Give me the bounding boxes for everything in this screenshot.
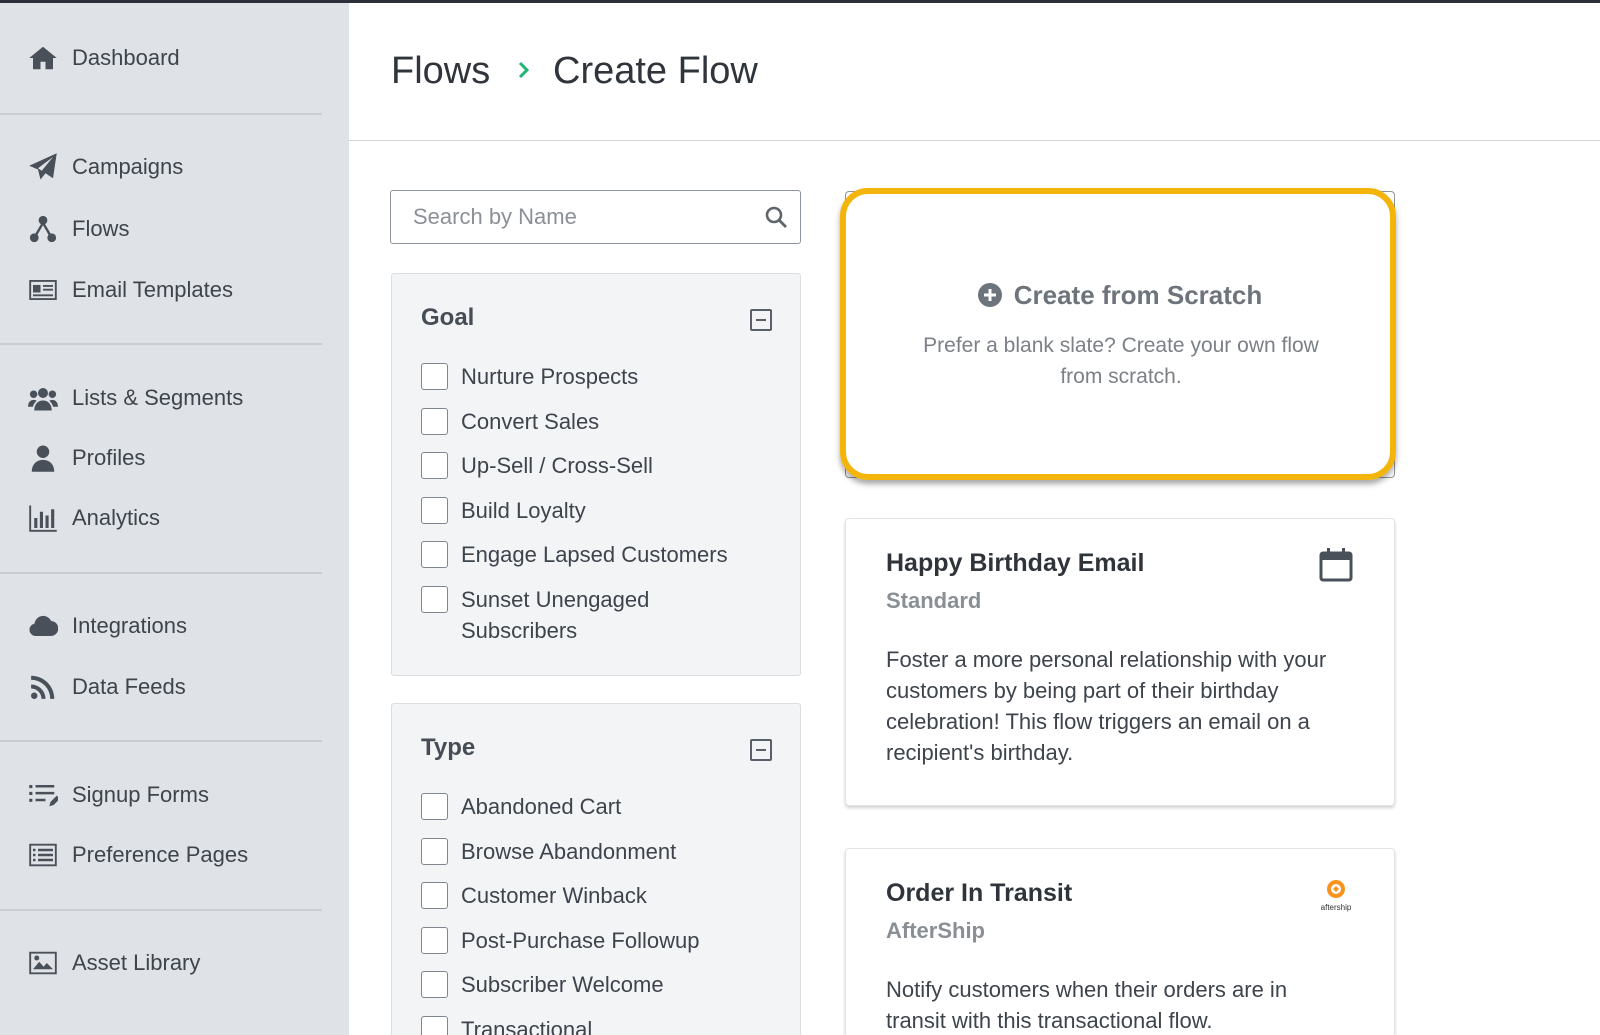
calendar-icon	[1318, 547, 1354, 583]
type-filter-title: Type	[421, 734, 476, 761]
option-label: Subscriber Welcome	[461, 972, 664, 997]
sidebar-item-label: Flows	[72, 216, 130, 241]
aftership-logo-text: aftership	[1320, 903, 1352, 912]
option-label: Sunset Unengaged Subscribers	[461, 587, 650, 643]
option-label: Convert Sales	[461, 409, 600, 434]
option-label: Transactional	[461, 1017, 593, 1035]
create-from-scratch-card[interactable]: Create from Scratch Prefer a blank slate…	[845, 191, 1395, 478]
cloud-icon	[26, 610, 60, 642]
sidebar-item-dashboard[interactable]: Dashboard	[0, 33, 349, 83]
card-subtitle: AfterShip	[886, 918, 985, 943]
option-label: Build Loyalty	[461, 498, 586, 523]
flow-icon	[26, 213, 60, 245]
chevron-right-icon	[514, 55, 536, 85]
checkbox[interactable]	[421, 408, 448, 435]
flow-card-happy-birthday[interactable]: Happy Birthday Email Standard Foster a m…	[845, 518, 1395, 806]
image-icon	[26, 947, 60, 979]
sidebar-item-label: Email Templates	[72, 277, 233, 302]
breadcrumb-flows[interactable]: Flows	[391, 50, 490, 93]
collapse-icon[interactable]	[750, 739, 772, 761]
sidebar-item-signup-forms[interactable]: Signup Forms	[0, 770, 349, 820]
checkbox[interactable]	[421, 586, 448, 613]
sidebar-item-label: Lists & Segments	[72, 385, 244, 410]
page-header: Flows Create Flow	[349, 3, 1600, 141]
card-description: Foster a more personal relationship with…	[886, 647, 1327, 765]
sidebar-item-lists-segments[interactable]: Lists & Segments	[0, 373, 349, 423]
flow-card-order-in-transit[interactable]: Order In Transit AfterShip aftership Not…	[845, 848, 1395, 1035]
sidebar-item-label: Data Feeds	[72, 674, 186, 699]
sidebar-item-label: Integrations	[72, 613, 187, 638]
checkbox[interactable]	[421, 793, 448, 820]
bar-chart-icon	[26, 502, 60, 534]
sidebar-item-flows[interactable]: Flows	[0, 204, 349, 254]
option-label: Abandoned Cart	[461, 794, 622, 819]
search-box	[390, 190, 801, 244]
option-label: Post-Purchase Followup	[461, 928, 700, 953]
goal-filter-panel: Goal Nurture Prospects Convert Sales Up-…	[391, 273, 801, 676]
sidebar-item-campaigns[interactable]: Campaigns	[0, 142, 349, 192]
sidebar-item-asset-library[interactable]: Asset Library	[0, 938, 349, 988]
goal-filter-title: Goal	[421, 304, 475, 331]
sidebar-item-integrations[interactable]: Integrations	[0, 601, 349, 651]
sidebar-item-label: Signup Forms	[72, 782, 209, 807]
option-label: Nurture Prospects	[461, 364, 639, 389]
sidebar-divider	[0, 572, 322, 574]
sidebar-item-preference-pages[interactable]: Preference Pages	[0, 830, 349, 880]
checkbox[interactable]	[421, 1016, 448, 1035]
checkbox[interactable]	[421, 971, 448, 998]
option-label: Browse Abandonment	[461, 839, 677, 864]
checkbox[interactable]	[421, 363, 448, 390]
checkbox[interactable]	[421, 927, 448, 954]
search-input[interactable]	[391, 191, 751, 242]
checkbox[interactable]	[421, 452, 448, 479]
sidebar-item-label: Profiles	[72, 445, 146, 470]
sidebar-divider	[0, 343, 322, 345]
checkbox[interactable]	[421, 838, 448, 865]
option-label: Up-Sell / Cross-Sell	[461, 453, 653, 478]
checkbox[interactable]	[421, 541, 448, 568]
checkbox[interactable]	[421, 882, 448, 909]
sidebar-divider	[0, 909, 322, 911]
plus-circle-icon	[977, 283, 1002, 308]
sidebar-item-label: Asset Library	[72, 950, 201, 975]
sidebar-item-analytics[interactable]: Analytics	[0, 493, 349, 543]
home-icon	[26, 42, 60, 74]
users-icon	[26, 382, 60, 414]
sidebar-item-data-feeds[interactable]: Data Feeds	[0, 662, 349, 712]
rss-icon	[26, 671, 60, 703]
collapse-icon[interactable]	[750, 309, 772, 331]
sidebar-divider	[0, 113, 322, 115]
user-icon	[26, 442, 60, 474]
sidebar-item-label: Analytics	[72, 505, 161, 530]
sidebar-item-label: Preference Pages	[72, 842, 249, 867]
create-from-scratch-description: Prefer a blank slate? Create your own fl…	[923, 334, 1319, 388]
list-edit-icon	[26, 779, 60, 811]
search-icon[interactable]	[764, 205, 788, 229]
card-title: Order In Transit	[886, 879, 1073, 907]
aftership-logo: aftership	[1316, 879, 1356, 915]
card-description: Notify customers when their orders are i…	[886, 977, 1288, 1033]
create-from-scratch-label: Create from Scratch	[1013, 280, 1263, 310]
option-label: Engage Lapsed Customers	[461, 542, 728, 567]
card-title: Happy Birthday Email	[886, 549, 1145, 577]
create-from-scratch-title: Create from Scratch	[846, 280, 1394, 311]
sidebar-item-label: Campaigns	[72, 154, 184, 179]
newspaper-icon	[26, 274, 60, 306]
sidebar-divider	[0, 740, 322, 742]
type-filter-panel: Type Abandoned Cart Browse Abandonment C…	[391, 703, 801, 1035]
list-box-icon	[26, 839, 60, 871]
checkbox[interactable]	[421, 497, 448, 524]
card-subtitle: Standard	[886, 588, 982, 613]
sidebar-item-email-templates[interactable]: Email Templates	[0, 265, 349, 315]
paper-plane-icon	[26, 151, 60, 183]
sidebar-item-label: Dashboard	[72, 45, 180, 70]
option-label: Customer Winback	[461, 883, 647, 908]
page-title: Create Flow	[553, 50, 758, 92]
sidebar: Dashboard Campaigns Flows Email Template…	[0, 3, 349, 1035]
sidebar-item-profiles[interactable]: Profiles	[0, 433, 349, 483]
